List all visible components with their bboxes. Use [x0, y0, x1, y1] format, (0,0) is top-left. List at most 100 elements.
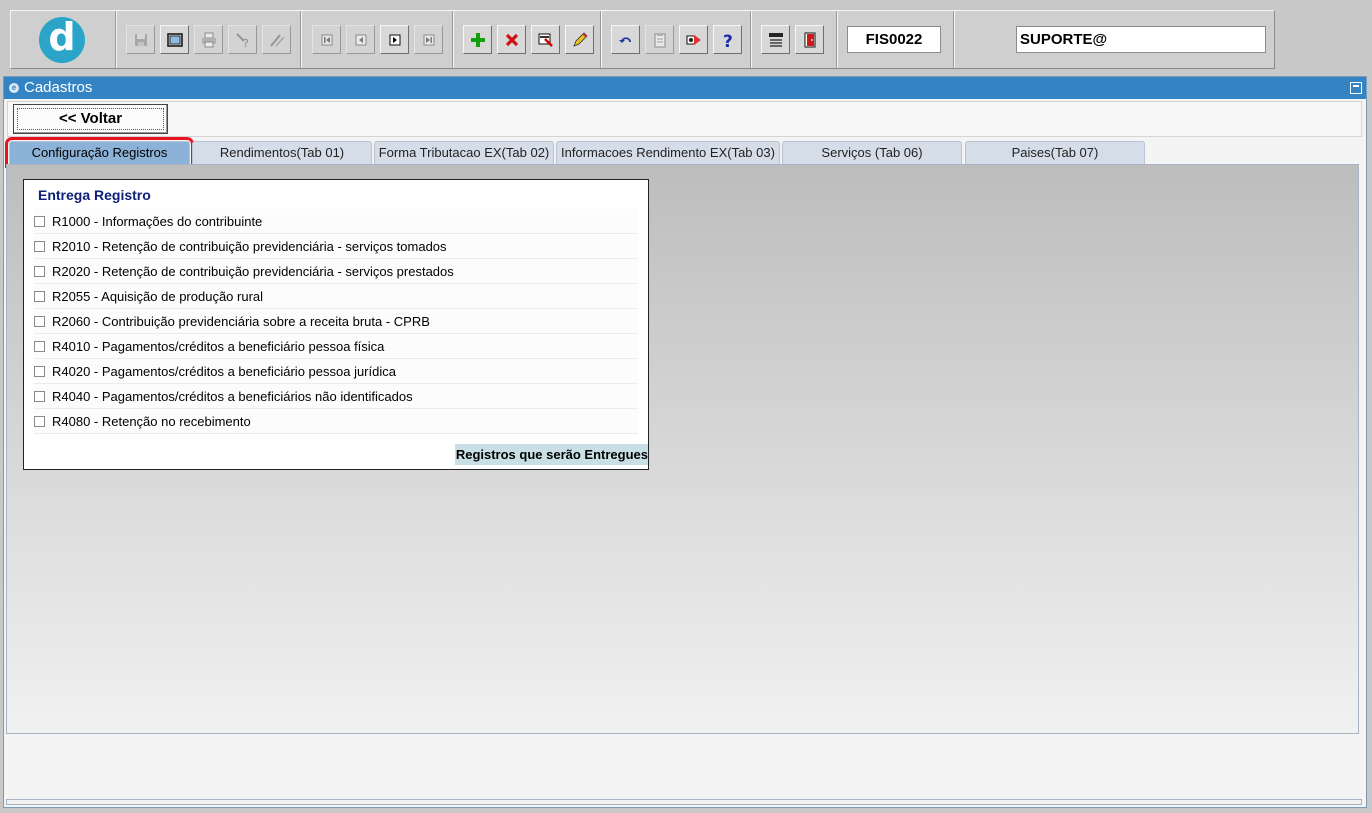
- toolbar-record-section: [453, 11, 601, 68]
- delete-icon: [505, 33, 518, 46]
- tab-paises[interactable]: Paises(Tab 07): [965, 141, 1145, 164]
- panel-title: Entrega Registro: [38, 187, 151, 203]
- execute-query-icon: [269, 33, 285, 47]
- query-button[interactable]: ?: [228, 25, 257, 54]
- delete-record-button[interactable]: [497, 25, 526, 54]
- menu-list-icon: [768, 32, 783, 47]
- window-status-bar: [6, 799, 1362, 805]
- tools-icon: [686, 34, 701, 45]
- list-item-label: R1000 - Informações do contribuinte: [52, 213, 263, 229]
- save-button[interactable]: [126, 25, 155, 54]
- tab-label: Paises(Tab 07): [1011, 145, 1099, 160]
- print-button[interactable]: [194, 25, 223, 54]
- tools-button[interactable]: [679, 25, 708, 54]
- list-item-label: R4040 - Pagamentos/créditos a beneficiár…: [52, 388, 413, 404]
- last-record-button[interactable]: [414, 25, 443, 54]
- execute-query-button[interactable]: [262, 25, 291, 54]
- list-item-label: R4010 - Pagamentos/créditos a beneficiár…: [52, 338, 385, 354]
- tab-content: Entrega Registro R1000 - Informações do …: [6, 164, 1359, 734]
- checkbox[interactable]: [34, 265, 45, 277]
- plus-icon: [470, 32, 485, 47]
- toolbar-file-section: ?: [116, 11, 301, 68]
- checkbox[interactable]: [34, 415, 45, 427]
- first-record-button[interactable]: [312, 25, 341, 54]
- list-item-label: R2055 - Aquisição de produção rural: [52, 288, 264, 304]
- toolbar-navigation-section: [301, 11, 453, 68]
- toolbar-divider: [953, 11, 954, 68]
- window-title: Cadastros: [24, 79, 93, 96]
- checkbox[interactable]: [34, 315, 45, 327]
- query-icon: ?: [235, 32, 249, 49]
- tab-label: Rendimentos(Tab 01): [219, 145, 345, 160]
- back-button-label: << Voltar: [58, 110, 123, 127]
- window-menu-icon[interactable]: e: [9, 83, 19, 93]
- checkbox[interactable]: [34, 340, 45, 352]
- tab-bar: Configuração Registros Rendimentos(Tab 0…: [4, 137, 1366, 168]
- tab-forma-tributacao[interactable]: Forma Tributacao EX(Tab 02): [374, 141, 554, 164]
- list-item: R2055 - Aquisição de produção rural: [34, 284, 638, 309]
- list-item: R2010 - Retenção de contribuição previde…: [34, 234, 638, 259]
- tab-servicos[interactable]: Serviços (Tab 06): [782, 141, 962, 164]
- clipboard-button[interactable]: [645, 25, 674, 54]
- duplicate-record-button[interactable]: [531, 25, 560, 54]
- tab-label: Serviços (Tab 06): [821, 145, 923, 160]
- tab-configuracao-registros[interactable]: Configuração Registros: [5, 137, 194, 168]
- entrega-registro-panel: Entrega Registro R1000 - Informações do …: [23, 179, 649, 470]
- list-item-label: R4080 - Retenção no recebimento: [52, 413, 251, 429]
- user-field: SUPORTE@: [1016, 26, 1266, 53]
- list-item: R2020 - Retenção de contribuição previde…: [34, 259, 638, 284]
- list-item: R4040 - Pagamentos/créditos a beneficiár…: [34, 384, 638, 409]
- save-icon: [134, 33, 147, 46]
- toolbar-logo-section: d: [11, 11, 116, 68]
- window-titlebar: e Cadastros: [4, 77, 1366, 99]
- tab-informacoes-rendimento[interactable]: Informacoes Rendimento EX(Tab 03): [556, 141, 780, 164]
- maximize-icon[interactable]: [1350, 82, 1362, 94]
- cadastros-window: e Cadastros << Voltar Configuração Regis…: [3, 76, 1367, 808]
- tab-label: Forma Tributacao EX(Tab 02): [378, 145, 550, 160]
- checkbox[interactable]: [34, 290, 45, 302]
- exit-button[interactable]: [795, 25, 824, 54]
- pencil-icon: [572, 31, 588, 47]
- clipboard-icon: [654, 32, 665, 47]
- insert-record-button[interactable]: [463, 25, 492, 54]
- toolbar: d ? ? FIS0022 SUPORTE@: [10, 10, 1275, 69]
- next-record-button[interactable]: [380, 25, 409, 54]
- svg-text:?: ?: [243, 37, 249, 49]
- help-button[interactable]: ?: [713, 25, 742, 54]
- list-item: R4010 - Pagamentos/créditos a beneficiár…: [34, 334, 638, 359]
- help-icon: ?: [723, 32, 733, 49]
- previous-record-icon: [355, 34, 366, 45]
- list-item-label: R4020 - Pagamentos/créditos a beneficiár…: [52, 363, 396, 379]
- form-code-field: FIS0022: [847, 26, 941, 53]
- checkbox[interactable]: [34, 390, 45, 402]
- duplicate-record-icon: [538, 33, 553, 47]
- first-record-icon: [321, 34, 332, 45]
- list-item: R4020 - Pagamentos/créditos a beneficiár…: [34, 359, 638, 384]
- previous-record-button[interactable]: [346, 25, 375, 54]
- window-icon: [166, 32, 183, 47]
- last-record-icon: [423, 34, 434, 45]
- edit-record-button[interactable]: [565, 25, 594, 54]
- tab-rendimentos[interactable]: Rendimentos(Tab 01): [192, 141, 372, 164]
- next-record-icon: [389, 34, 400, 45]
- undo-icon: [618, 36, 631, 43]
- svg-text:?: ?: [723, 32, 733, 49]
- checkbox[interactable]: [34, 240, 45, 252]
- list-item: R2060 - Contribuição previdenciária sobr…: [34, 309, 638, 334]
- panel-footer-label: Registros que serão Entregues: [454, 444, 648, 465]
- window-button[interactable]: [160, 25, 189, 54]
- printer-icon: [201, 32, 216, 47]
- list-item-label: R2010 - Retenção de contribuição previde…: [52, 238, 447, 254]
- undo-button[interactable]: [611, 25, 640, 54]
- toolbar-menu-section: [751, 11, 837, 68]
- checkbox[interactable]: [34, 365, 45, 377]
- toolbar-edit-section: ?: [601, 11, 751, 68]
- back-button[interactable]: << Voltar: [13, 104, 168, 134]
- back-button-row: << Voltar: [7, 101, 1362, 137]
- list-item-label: R2020 - Retenção de contribuição previde…: [52, 263, 454, 279]
- app-logo-icon: d: [39, 17, 85, 63]
- app-logo-letter: d: [48, 15, 76, 59]
- list-item: R4080 - Retenção no recebimento: [34, 409, 638, 434]
- menu-button[interactable]: [761, 25, 790, 54]
- checkbox[interactable]: [34, 215, 45, 227]
